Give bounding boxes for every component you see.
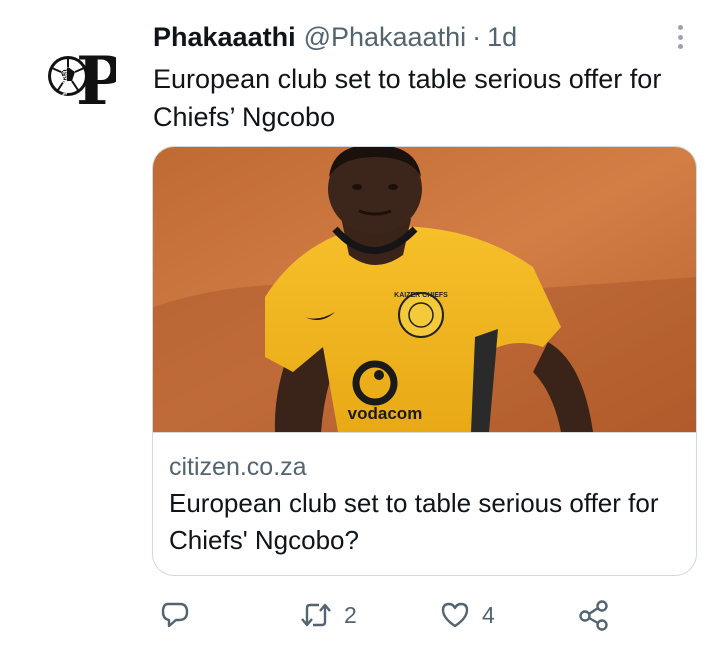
display-name[interactable]: Phakaaathi (153, 20, 296, 54)
speech-bubble-icon (161, 602, 189, 628)
heart-icon (441, 602, 469, 628)
logo-letter: P (76, 46, 116, 108)
badge-text: KAIZER CHIEFS (394, 292, 448, 299)
phakaaathi-logo: P Phakaaathi (48, 42, 126, 120)
avatar[interactable]: P Phakaaathi (46, 42, 126, 120)
tweet-text: European club set to table serious offer… (153, 64, 662, 132)
tweet-header: Phakaaathi @Phakaaathi · 1d (153, 20, 517, 54)
share-nodes-icon (579, 600, 608, 631)
action-bar: 2 4 (0, 590, 720, 640)
retweet-arrows-icon (301, 603, 331, 627)
timestamp[interactable]: 1d (487, 20, 517, 54)
logo-text: Phakaaathi (60, 61, 69, 103)
retweet-count: 2 (344, 601, 357, 628)
more-options-icon[interactable] (670, 22, 690, 52)
reply-button[interactable] (160, 590, 190, 640)
retweet-button[interactable]: 2 (300, 590, 357, 640)
like-button[interactable]: 4 (440, 590, 495, 640)
jersey-sponsor-text: vodacom (348, 404, 423, 423)
card-domain: citizen.co.za (169, 453, 307, 481)
card-meta: citizen.co.za European club set to table… (153, 432, 696, 575)
link-card[interactable]: KAIZER CHIEFS vodacom citizen.co.za Euro… (152, 146, 697, 576)
handle[interactable]: @Phakaaathi (304, 20, 467, 54)
tweet[interactable]: P Phakaaathi Phakaaathi @Phakaaathi · 1d… (0, 0, 720, 650)
card-image: KAIZER CHIEFS vodacom (153, 147, 696, 432)
card-title: European club set to table serious offer… (169, 488, 659, 555)
share-button[interactable] (578, 590, 610, 640)
like-count: 4 (482, 601, 495, 628)
separator-dot: · (472, 22, 482, 52)
